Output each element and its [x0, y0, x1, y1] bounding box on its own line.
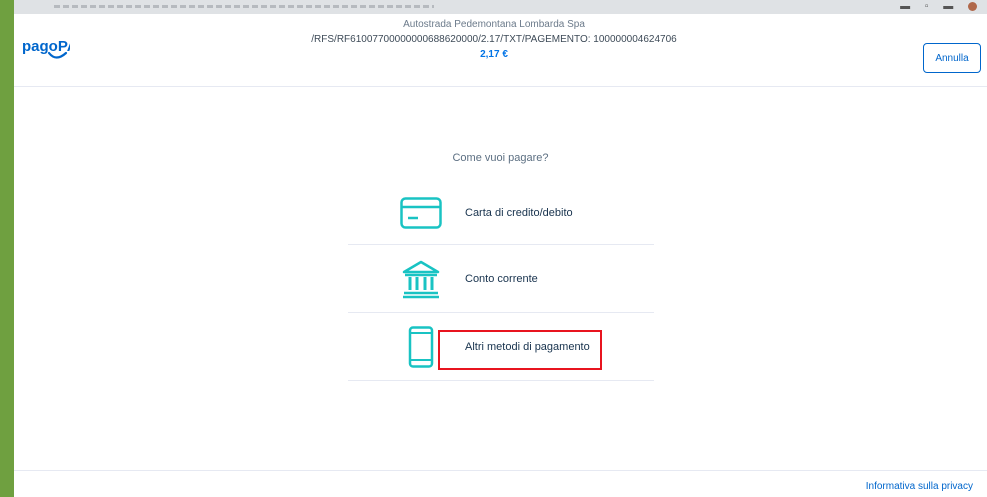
creditor-name: Autostrada Pedemontana Lombarda Spa — [403, 19, 585, 30]
pagopa-logo: pagoPA — [22, 38, 70, 59]
page-header: pagoPA Autostrada Pedemontana Lombarda S… — [14, 14, 987, 87]
smartphone-icon — [400, 326, 442, 368]
browser-toolbar-strip: ▬ ▫ ▬ — [14, 0, 987, 14]
cancel-button[interactable]: Annulla — [923, 43, 981, 73]
privacy-link[interactable]: Informativa sulla privacy — [866, 481, 973, 492]
payment-page: pagoPA Autostrada Pedemontana Lombarda S… — [14, 14, 987, 497]
credit-card-icon — [400, 192, 442, 234]
method-credit-card[interactable]: Carta di credito/debito — [348, 180, 654, 246]
method-bank-account[interactable]: Conto corrente — [348, 246, 654, 312]
payment-amount: 2,17 € — [480, 49, 508, 60]
address-bar-fragment — [54, 5, 434, 8]
payment-reference: /RFS/RF61007700000000688620000/2.17/TXT/… — [311, 34, 677, 45]
svg-text:pagoPA: pagoPA — [22, 38, 70, 55]
annotation-highlight-box — [438, 330, 602, 370]
divider — [348, 380, 654, 381]
bank-icon — [400, 258, 442, 300]
divider — [348, 312, 654, 313]
browser-controls: ▬ ▫ ▬ — [900, 1, 977, 12]
method-label: Carta di credito/debito — [465, 207, 573, 219]
page-footer: Informativa sulla privacy — [14, 470, 987, 497]
method-label: Conto corrente — [465, 273, 538, 285]
payment-summary: Autostrada Pedemontana Lombarda Spa /RFS… — [244, 18, 744, 63]
payment-question: Come vuoi pagare? — [452, 152, 549, 164]
profile-avatar-icon[interactable] — [968, 1, 977, 11]
divider — [348, 244, 654, 245]
